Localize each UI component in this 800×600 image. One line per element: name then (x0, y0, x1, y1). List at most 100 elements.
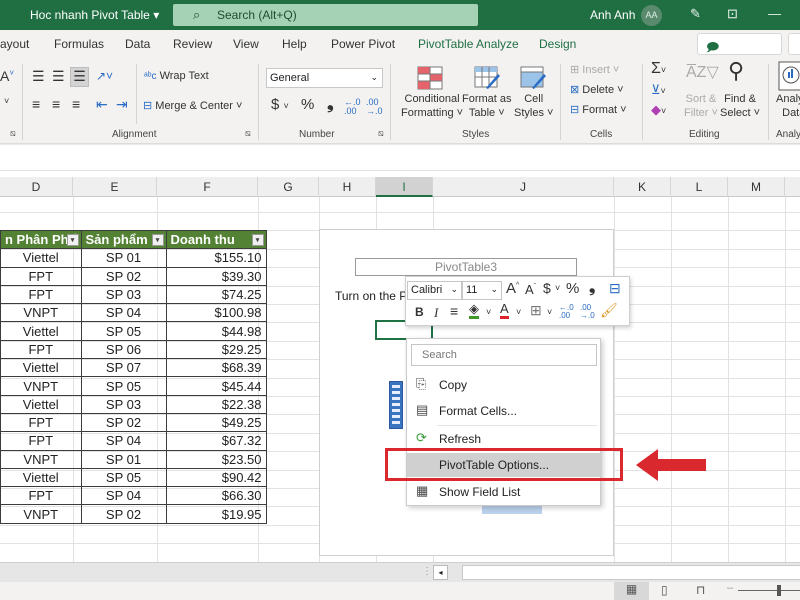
tab-power-pivot[interactable]: Power Pivot (331, 37, 395, 51)
column-header-f[interactable]: F (157, 177, 258, 197)
column-header-d[interactable]: D (0, 177, 73, 197)
format-painter-icon[interactable]: 🖌 (600, 302, 618, 319)
menu-item-format-cells[interactable]: ▤ Format Cells... (407, 399, 602, 423)
document-title[interactable]: Hoc nhanh Pivot Table ▾ (30, 8, 159, 22)
merge-center-icon[interactable]: ⊟ (609, 280, 621, 297)
cell-revenue[interactable]: $67.32 (165, 431, 267, 451)
cell-distributor[interactable]: Viettel (0, 467, 82, 488)
tab-formulas[interactable]: Formulas (54, 37, 104, 51)
cell-distributor[interactable]: Viettel (0, 358, 82, 378)
tab-data[interactable]: Data (125, 37, 150, 51)
font-size-select[interactable]: 11 ⌄ (462, 281, 502, 300)
comma-style-icon[interactable]: ❟ (589, 279, 595, 297)
cell-product[interactable]: SP 06 (80, 339, 167, 360)
zoom-out-button[interactable]: – (727, 582, 733, 594)
cell-revenue[interactable]: $90.42 (165, 467, 267, 488)
pen-icon[interactable]: ✎ (690, 6, 701, 22)
increase-decimal-icon[interactable]: ←.0.00 (559, 304, 574, 320)
cell-distributor[interactable]: VNPT (0, 376, 82, 396)
borders-dropdown[interactable]: ˅ (547, 307, 552, 317)
cell-distributor[interactable]: FPT (0, 266, 82, 286)
column-header-l[interactable]: L (671, 177, 728, 197)
cell-distributor[interactable]: Viettel (0, 248, 82, 268)
font-dialog-launcher[interactable]: ⧅ (10, 128, 16, 139)
zoom-slider[interactable] (738, 590, 800, 591)
cell-product[interactable]: SP 05 (80, 321, 167, 341)
conditional-formatting-button[interactable]: Conditional Formatting ˅ (401, 92, 463, 120)
orientation-icon[interactable]: ↗˅ (96, 69, 113, 83)
decrease-font-size-icon[interactable]: Aˇ (525, 282, 536, 297)
align-center-icon[interactable]: ≡ (450, 303, 458, 319)
increase-decimal-icon[interactable]: ←.0.00 (344, 98, 361, 116)
cell-product[interactable]: SP 05 (80, 376, 167, 396)
avatar[interactable]: AA (641, 5, 662, 26)
cell-distributor[interactable]: Viettel (0, 394, 82, 414)
number-format-select[interactable]: General ⌄ (266, 68, 383, 88)
cell-distributor[interactable]: FPT (0, 339, 82, 360)
font-color-dropdown[interactable]: ˅ (516, 307, 521, 317)
delete-cells-button[interactable]: ⊠ Delete ˅ (570, 83, 624, 96)
page-break-view-icon[interactable]: ⊓ (696, 583, 705, 597)
cell-distributor[interactable]: FPT (0, 412, 82, 433)
clear-icon[interactable]: ◆˅ (651, 102, 666, 118)
cell-revenue[interactable]: $19.95 (165, 504, 267, 524)
align-right-icon[interactable]: ≡ (72, 96, 80, 112)
tab-view[interactable]: View (233, 37, 259, 51)
cell-revenue[interactable]: $155.10 (165, 248, 267, 268)
cell-revenue[interactable]: $45.44 (165, 376, 267, 396)
find-select-button[interactable]: Find & Select ˅ (720, 92, 760, 120)
cell-product[interactable]: SP 04 (80, 431, 167, 451)
cell-product[interactable]: SP 02 (80, 266, 167, 286)
column-header-g[interactable]: G (258, 177, 319, 197)
cell-distributor[interactable]: VNPT (0, 303, 82, 323)
borders-icon[interactable]: ⊞ (530, 302, 542, 319)
zoom-slider-thumb[interactable] (777, 585, 781, 596)
bold-button[interactable]: B (415, 305, 424, 319)
align-left-icon[interactable]: ≡ (32, 96, 40, 112)
column-header-i[interactable]: I (376, 177, 433, 197)
cell-revenue[interactable]: $29.25 (165, 339, 267, 360)
tab-help[interactable]: Help (282, 37, 307, 51)
cell-revenue[interactable]: $66.30 (165, 486, 267, 506)
tab-design[interactable]: Design (539, 37, 576, 51)
decrease-decimal-icon[interactable]: .00 →.0 (366, 98, 383, 116)
ribbon-display-icon[interactable]: ⊡ (727, 6, 738, 22)
cell-distributor[interactable]: FPT (0, 431, 82, 451)
scroll-left-button[interactable]: ◂ (433, 565, 448, 580)
top-align-icon[interactable]: ☰ (32, 68, 45, 85)
minimize-icon[interactable]: — (768, 6, 781, 21)
column-header-m[interactable]: M (728, 177, 785, 197)
column-header-e[interactable]: E (73, 177, 157, 197)
insert-cells-button[interactable]: ⊞ Insert ˅ (570, 63, 619, 76)
column-header-j[interactable]: J (433, 177, 614, 197)
tab-review[interactable]: Review (173, 37, 212, 51)
tab-pivottable-analyze[interactable]: PivotTable Analyze (418, 37, 519, 51)
cell-revenue[interactable]: $22.38 (165, 394, 267, 414)
increase-font-size-icon[interactable]: A^ (506, 280, 519, 297)
comments-button[interactable]: 🗩Comments (697, 33, 782, 73)
menu-item-copy[interactable]: ⎘ Copy (407, 373, 602, 397)
align-center-icon[interactable]: ≡ (52, 96, 60, 112)
column-header-k[interactable]: K (614, 177, 671, 197)
currency-format-icon[interactable]: $ (543, 280, 551, 296)
wrap-text-button[interactable]: ᵃᵇc Wrap Text (144, 70, 209, 82)
decrease-indent-icon[interactable]: ⇤ (96, 96, 108, 113)
decrease-decimal-icon[interactable]: .00 →.0 (580, 304, 595, 320)
menu-item-show-field-list[interactable]: ▦ Show Field List (407, 480, 602, 504)
percent-button[interactable]: % (301, 96, 314, 113)
decrease-font-icon[interactable]: A˅ (0, 68, 14, 84)
increase-indent-icon[interactable]: ⇥ (116, 96, 128, 113)
cell-product[interactable]: SP 02 (80, 504, 167, 524)
cell-product[interactable]: SP 07 (80, 358, 167, 378)
font-name-select[interactable]: Calibri ⌄ (407, 281, 462, 300)
currency-dropdown-icon[interactable]: ˅ (555, 283, 560, 293)
number-dialog-launcher[interactable]: ⧅ (378, 128, 384, 139)
cell-product[interactable]: SP 03 (80, 394, 167, 414)
comma-style-button[interactable]: ❟ (327, 94, 334, 114)
context-menu-search[interactable]: Search (411, 344, 597, 366)
filter-dropdown-icon[interactable]: ▾ (151, 234, 164, 246)
horizontal-scrollbar[interactable] (462, 565, 800, 580)
tab-splitter-handle[interactable]: ⋮ (422, 566, 432, 577)
cell-product[interactable]: SP 04 (80, 486, 167, 506)
column-header-h[interactable]: H (319, 177, 376, 197)
